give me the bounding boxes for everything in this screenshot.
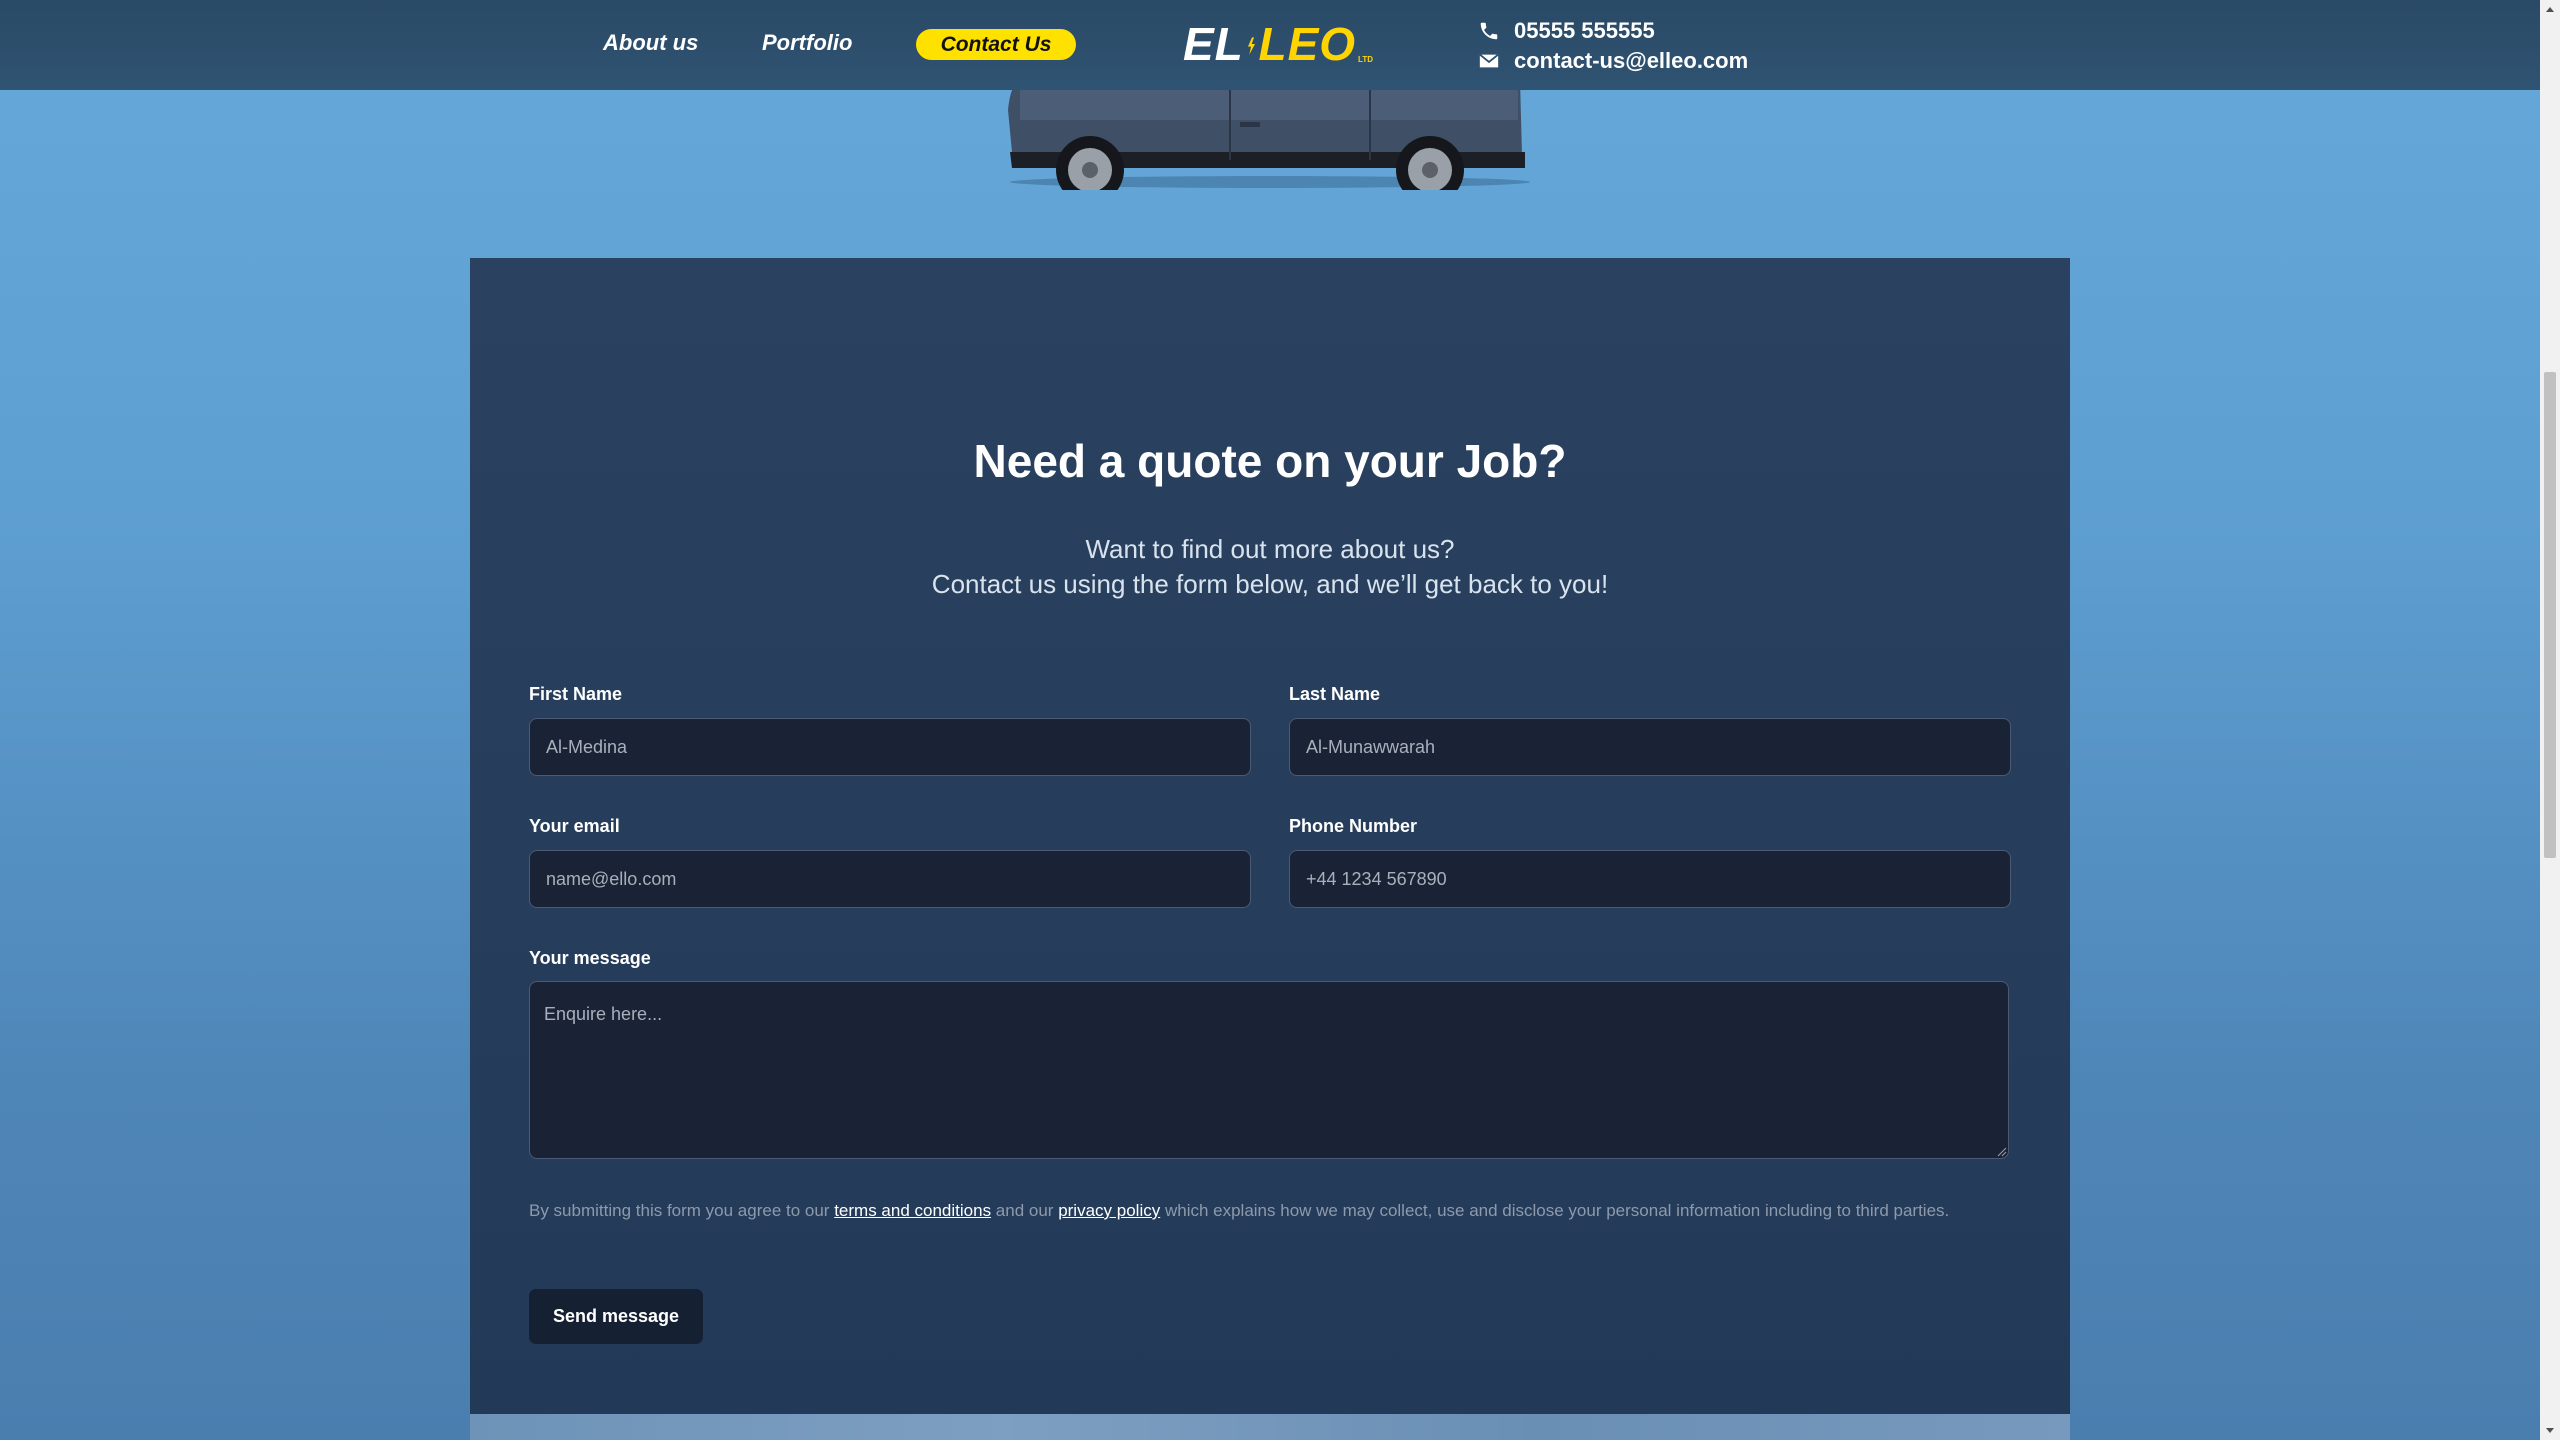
disclaimer-middle: and our [991,1201,1059,1220]
first-name-label: First Name [529,684,623,704]
message-textarea[interactable] [529,981,2009,1159]
disclaimer-prefix: By submitting this form you agree to our [529,1201,835,1220]
disclaimer-suffix: which explains how we may collect, use a… [1160,1201,1950,1220]
last-name-input[interactable] [1289,718,2011,776]
terms-link[interactable]: terms and conditions [834,1201,991,1220]
send-message-button[interactable]: Send message [529,1289,703,1344]
nav-contact-button[interactable]: Contact Us [916,29,1076,60]
logo-text-right: LEO [1258,18,1357,70]
logo-suffix: LTD [1358,55,1373,64]
email-address: contact-us@elleo.com [1514,48,1749,73]
navbar: About us Portfolio Contact Us EL LEO LTD… [0,0,2540,90]
phone-number: 05555 555555 [1514,18,1655,43]
phone-line[interactable]: 05555 555555 [1478,16,1748,46]
envelope-icon [1479,53,1499,68]
nav-about-link[interactable]: About us [603,30,698,56]
phone-input[interactable] [1289,850,2011,908]
subtitle-line-2: Contact us using the form below, and we’… [931,569,1609,599]
email-line[interactable]: contact-us@elleo.com [1478,46,1748,76]
nav-portfolio-link[interactable]: Portfolio [762,30,852,56]
vertical-scrollbar[interactable] [2540,0,2560,1440]
form-disclaimer: By submitting this form you agree to our… [529,1198,2009,1223]
message-label: Your message [529,948,651,968]
email-input[interactable] [529,850,1251,908]
lightning-bolt-icon [1247,37,1255,55]
last-name-label: Last Name [1289,684,1381,704]
contact-info: 05555 555555 contact-us@elleo.com [1478,16,1748,76]
first-name-input[interactable] [529,718,1251,776]
scroll-down-arrow-icon[interactable] [2540,1420,2560,1440]
form-subtitle: Want to find out more about us? Contact … [470,532,2070,602]
scrollbar-thumb[interactable] [2544,372,2556,858]
email-label: Your email [529,816,620,836]
quote-form-card: Need a quote on your Job? Want to find o… [470,258,2070,1440]
privacy-link[interactable]: privacy policy [1058,1201,1160,1220]
resize-grip-icon[interactable] [1997,1147,2007,1157]
scroll-up-arrow-icon[interactable] [2540,0,2560,20]
phone-label: Phone Number [1289,816,1418,836]
next-section-strip [470,1414,2070,1440]
logo-text-left: EL [1183,18,1244,70]
form-title: Need a quote on your Job? [973,435,1567,487]
subtitle-line-1: Want to find out more about us? [1085,534,1455,564]
brand-logo[interactable]: EL LEO LTD [1183,10,1373,74]
phone-icon [1480,22,1498,40]
